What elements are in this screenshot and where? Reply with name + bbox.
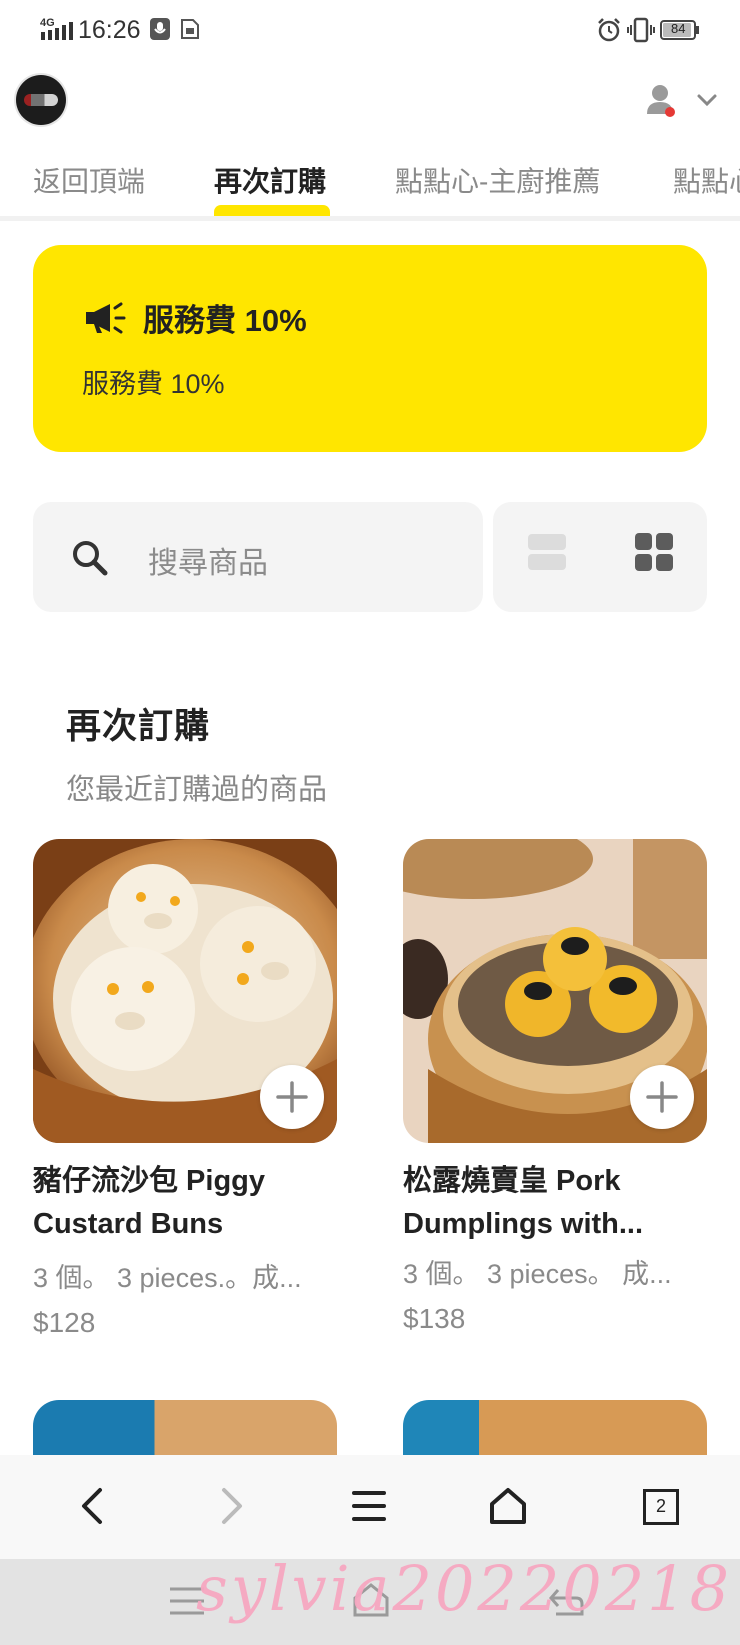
- back-arrow-icon[interactable]: [76, 1486, 110, 1531]
- tab-divider: [0, 216, 740, 221]
- plus-icon: [646, 1081, 678, 1113]
- product-price: $138: [403, 1303, 466, 1334]
- banner-subtitle: 服務費 10%: [82, 369, 225, 399]
- battery-level: 84: [671, 21, 686, 36]
- restaurant-logo[interactable]: [16, 75, 66, 125]
- tabs-count-button[interactable]: 2: [643, 1489, 679, 1525]
- megaphone-icon: [84, 300, 130, 341]
- chevron-down-icon: [696, 92, 718, 113]
- banner-title: 服務費 10%: [143, 303, 307, 338]
- menu-icon[interactable]: [351, 1489, 387, 1528]
- product-description: 3 個。 3 pieces.。成...: [33, 1263, 302, 1293]
- section-title: 再次訂購: [66, 707, 211, 746]
- product-price: $128: [33, 1307, 96, 1338]
- add-to-cart-button[interactable]: [260, 1065, 324, 1129]
- view-toggle: [493, 502, 707, 612]
- clock-time: 16:26: [78, 16, 141, 44]
- list-view-icon[interactable]: [527, 532, 567, 577]
- product-card-peek[interactable]: [33, 1400, 337, 1460]
- alarm-icon: [596, 17, 622, 48]
- status-bar: 4G 16:26 84: [0, 0, 740, 60]
- category-tab-bar: 返回頂端 再次訂購 點點心-主廚推薦 點點心: [0, 150, 740, 220]
- product-name: 豬仔流沙包 Piggy Custard Buns: [33, 1165, 266, 1240]
- tab-dim-sum[interactable]: 點點心: [673, 160, 740, 200]
- tab-chef-recommend[interactable]: 點點心-主廚推薦: [395, 160, 600, 200]
- search-icon: [70, 538, 110, 583]
- tab-reorder[interactable]: 再次訂購: [214, 160, 326, 200]
- tab-back-to-top[interactable]: 返回頂端: [33, 160, 145, 200]
- watermark-text: sylvia20220218: [196, 1552, 733, 1625]
- person-icon: [646, 84, 676, 123]
- voice-recorder-icon: [149, 17, 171, 46]
- vibrate-icon: [627, 17, 655, 48]
- add-to-cart-button[interactable]: [630, 1065, 694, 1129]
- sim-icon: [180, 18, 200, 45]
- network-type-label: 4G: [40, 17, 55, 29]
- signal-icon: 4G: [40, 16, 74, 47]
- home-icon[interactable]: [488, 1486, 528, 1531]
- product-name-line: 松露燒賣皇 Pork Dumplings with...: [403, 1160, 707, 1246]
- forward-arrow-icon[interactable]: [214, 1486, 248, 1531]
- grid-view-icon[interactable]: [634, 532, 674, 577]
- section-subtitle: 您最近訂購過的商品: [66, 774, 328, 806]
- search-placeholder: 搜尋商品: [148, 547, 268, 580]
- product-name: 松露燒賣皇 Pork Dumplings with...: [403, 1165, 644, 1240]
- product-description: 3 個。 3 pieces。 成...: [403, 1259, 672, 1289]
- service-fee-banner: [33, 245, 707, 452]
- plus-icon: [276, 1081, 308, 1113]
- product-card-peek[interactable]: [403, 1400, 707, 1460]
